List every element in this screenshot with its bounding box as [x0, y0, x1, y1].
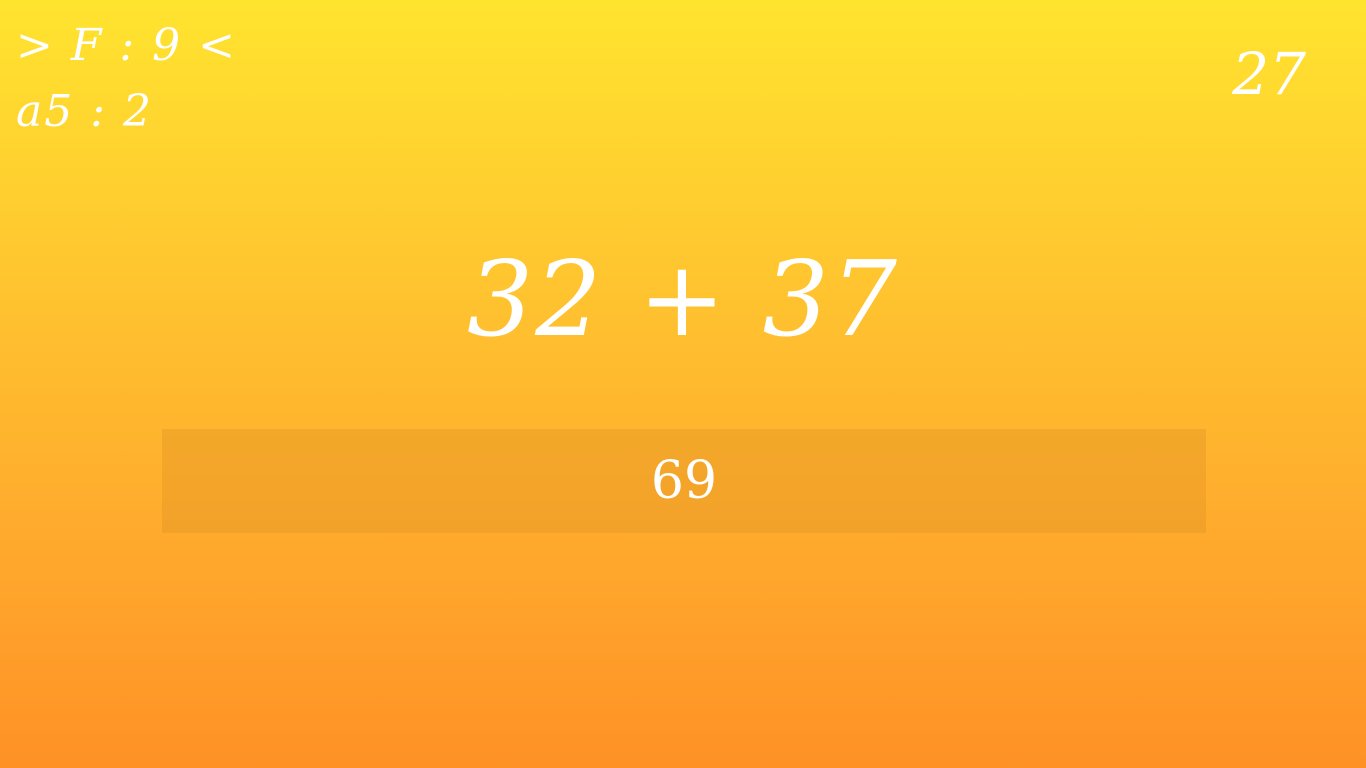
answer-field[interactable]: 69 — [162, 429, 1206, 533]
hud-score-line: a5 : 2 — [16, 86, 154, 137]
countdown-timer: 27 — [1232, 40, 1306, 108]
hud-status-line: > F : 9 < — [16, 20, 238, 71]
math-problem: 32 + 37 — [467, 238, 899, 360]
hud-panel: > F : 9 < a5 : 2 — [16, 10, 276, 140]
answer-value: 69 — [650, 451, 718, 511]
